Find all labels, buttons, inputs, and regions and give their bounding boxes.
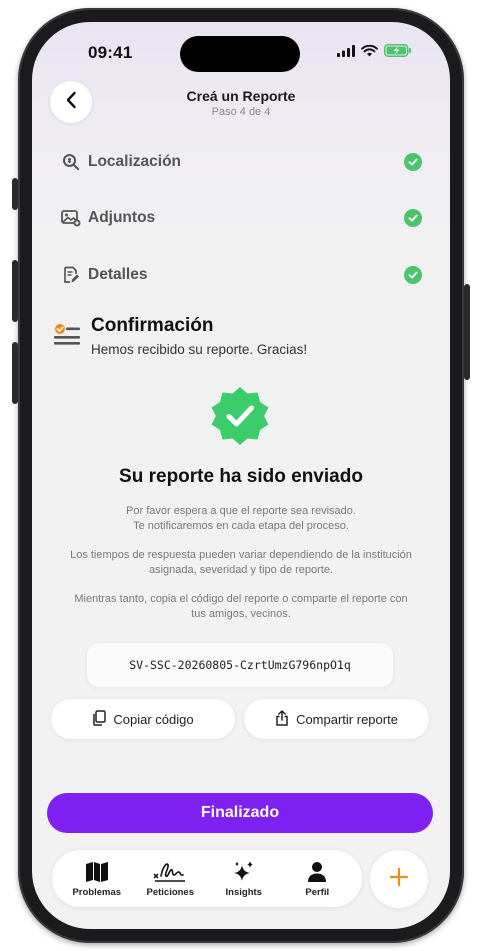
report-code[interactable]: SV-SSC-20260805-CzrtUmzG796npO1q xyxy=(87,643,393,687)
person-icon xyxy=(306,859,328,885)
verified-badge-icon xyxy=(209,385,271,447)
response-time-line-1: Los tiempos de respuesta pueden variar d… xyxy=(70,549,412,561)
battery-charging-icon xyxy=(384,44,412,62)
share-notice-line-2: tus amigos, vecinos. xyxy=(191,608,291,620)
review-notice-line-1: Por favor espera a que el reporte sea re… xyxy=(126,505,356,517)
page-title: Creá un Reporte xyxy=(186,88,296,104)
response-time-notice: Los tiempos de respuesta pueden variar d… xyxy=(50,548,432,578)
tab-peticiones[interactable]: Peticiones xyxy=(134,859,206,898)
status-bar: 09:41 xyxy=(32,22,450,76)
status-time: 09:41 xyxy=(88,43,133,62)
image-attachment-icon xyxy=(60,207,82,229)
review-notice-line-2: Te notificaremos en cada etapa del proce… xyxy=(133,520,349,532)
volume-down-button xyxy=(12,342,18,404)
status-icons xyxy=(337,44,412,62)
copy-icon xyxy=(92,709,107,729)
review-notice: Por favor espera a que el reporte sea re… xyxy=(50,504,432,534)
step-indicator: Paso 4 de 4 xyxy=(211,106,271,118)
step-label: Localización xyxy=(88,153,182,170)
step-details[interactable]: Detalles xyxy=(60,260,422,290)
copy-code-label: Copiar código xyxy=(113,711,194,727)
tab-insights[interactable]: Insights xyxy=(208,859,280,898)
step-location[interactable]: Localización xyxy=(60,147,422,177)
sparkles-icon xyxy=(232,859,256,885)
checklist-icon xyxy=(52,322,82,350)
share-report-label: Compartir reporte xyxy=(296,711,398,727)
cellular-signal-icon xyxy=(337,44,355,62)
location-search-icon xyxy=(60,151,82,173)
share-icon xyxy=(275,709,289,729)
map-icon xyxy=(85,859,109,885)
volume-up-button xyxy=(12,260,18,322)
tab-label: Insights xyxy=(225,887,262,898)
document-edit-icon xyxy=(60,264,82,286)
tab-problemas[interactable]: Problemas xyxy=(61,859,133,898)
plus-icon xyxy=(389,867,409,892)
tab-perfil[interactable]: Perfil xyxy=(281,859,353,898)
confirmation-subtitle: Hemos recibido su reporte. Gracias! xyxy=(91,342,308,357)
confirmation-title: Confirmación xyxy=(91,315,214,336)
signature-icon xyxy=(153,859,187,885)
response-time-line-2: asignada, severidad y tipo de reporte. xyxy=(148,564,334,576)
finish-button[interactable]: Finalizado xyxy=(47,793,433,833)
screen: 09:41 Creá un Reporte Paso 4 de 4 Locali… xyxy=(32,22,450,929)
wifi-icon xyxy=(361,44,378,62)
share-notice: Mientras tanto, copia el código del repo… xyxy=(50,592,432,622)
dynamic-island xyxy=(180,36,300,72)
copy-code-button[interactable]: Copiar código xyxy=(51,699,235,739)
report-sent-title: Su reporte ha sido enviado xyxy=(119,466,363,487)
power-button xyxy=(464,284,470,380)
share-report-button[interactable]: Compartir reporte xyxy=(244,699,429,739)
share-notice-line-1: Mientras tanto, copia el código del repo… xyxy=(74,593,408,605)
tab-label: Peticiones xyxy=(146,887,195,898)
check-icon xyxy=(404,209,422,227)
step-attachments[interactable]: Adjuntos xyxy=(60,203,422,233)
add-report-button[interactable] xyxy=(370,850,428,908)
tab-label: Problemas xyxy=(72,887,122,898)
check-icon xyxy=(404,266,422,284)
check-icon xyxy=(404,153,422,171)
tab-label: Perfil xyxy=(305,887,330,898)
silent-switch xyxy=(12,178,18,210)
tab-bar: Problemas Peticiones Insights Perfil xyxy=(52,850,362,907)
step-label: Detalles xyxy=(88,266,148,283)
step-label: Adjuntos xyxy=(88,209,156,226)
